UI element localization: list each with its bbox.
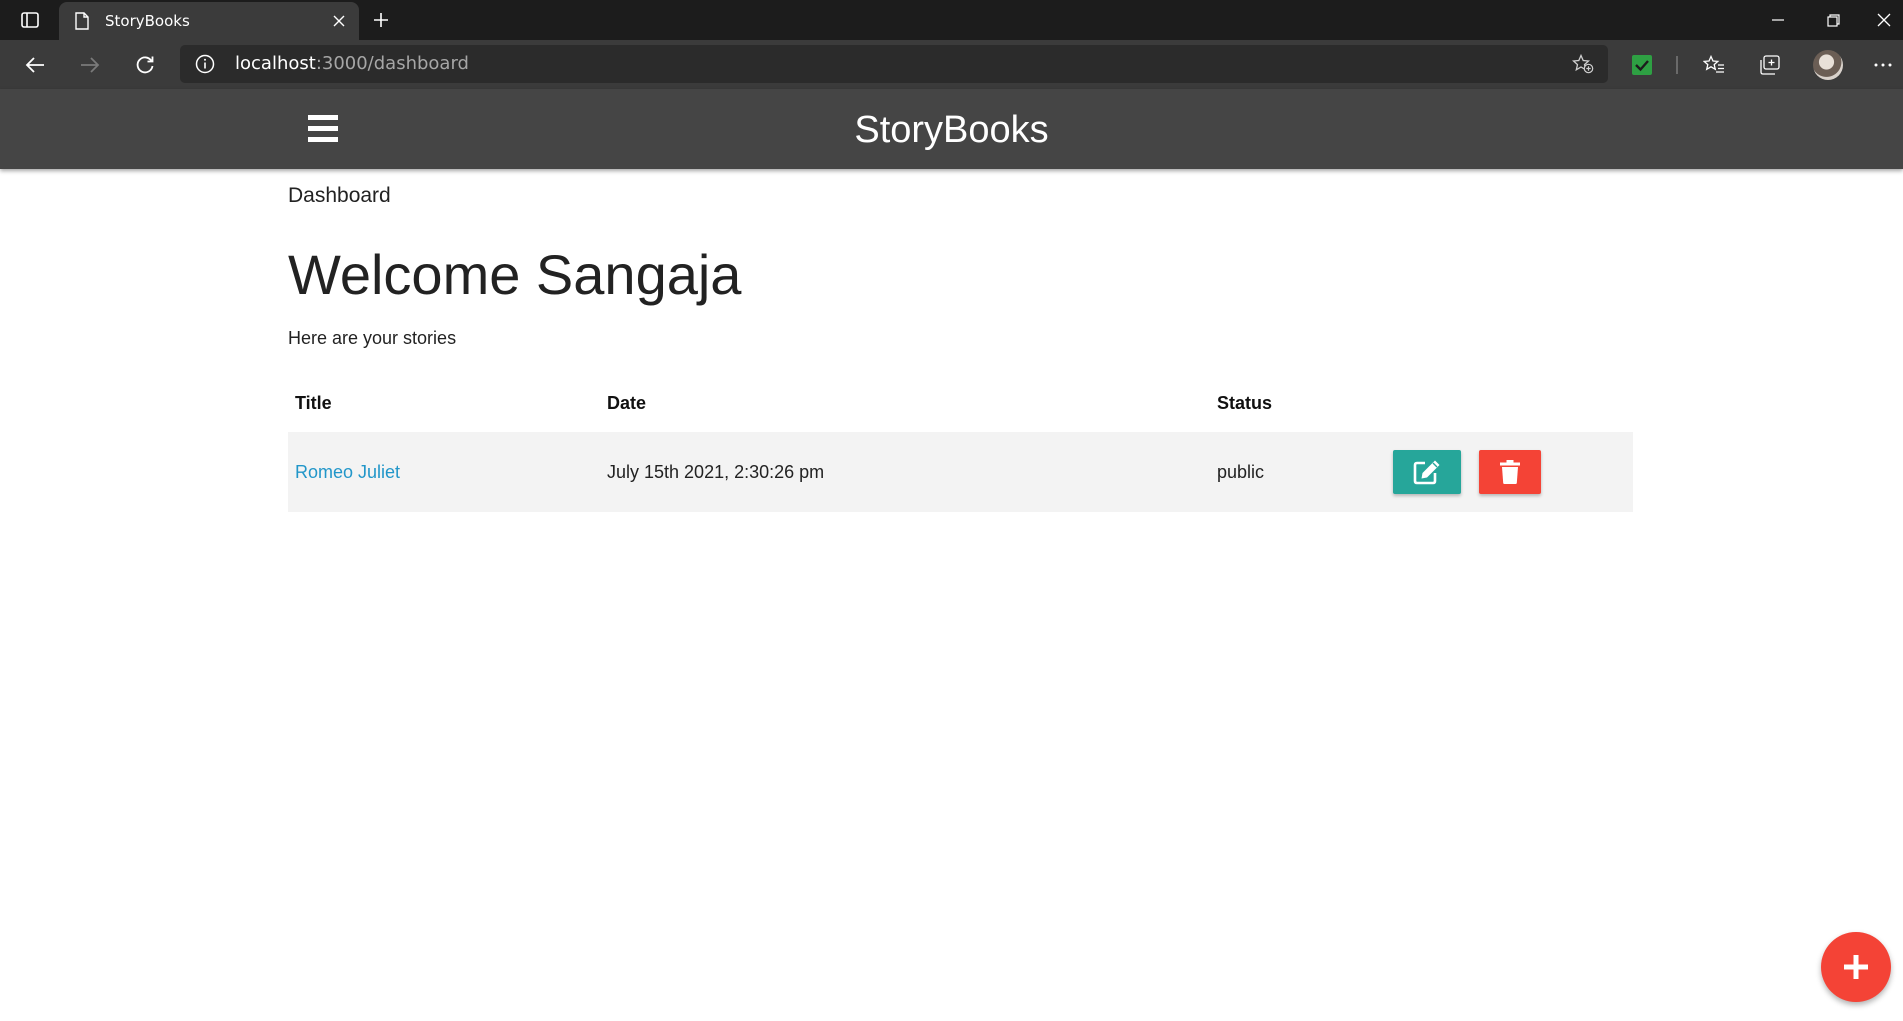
toolbar-separator	[1676, 56, 1678, 74]
trash-icon	[1500, 460, 1521, 484]
close-tab-icon[interactable]	[329, 11, 349, 31]
collections-icon[interactable]	[1759, 54, 1781, 76]
refresh-icon[interactable]	[128, 48, 162, 82]
url-path: :3000/dashboard	[315, 53, 469, 74]
new-tab-icon[interactable]	[367, 6, 395, 34]
close-window-icon[interactable]	[1865, 0, 1903, 40]
browser-toolbar: localhost:3000/dashboard	[0, 40, 1903, 89]
plus-icon	[1844, 955, 1868, 979]
more-options-icon[interactable]	[1872, 54, 1894, 76]
breadcrumb: Dashboard	[288, 184, 391, 207]
column-header-actions	[1386, 374, 1633, 432]
tab-title: StoryBooks	[105, 12, 190, 30]
browser-tab-active[interactable]: StoryBooks	[59, 2, 359, 40]
column-header-title: Title	[295, 392, 332, 413]
story-actions-cell	[1386, 432, 1633, 512]
stories-table: Title Date Status Romeo Juliet July 15th…	[288, 374, 1633, 512]
address-bar[interactable]: localhost:3000/dashboard	[180, 45, 1608, 83]
favorites-icon[interactable]	[1703, 54, 1725, 76]
url-host: localhost	[235, 53, 316, 74]
table-row: Romeo Juliet July 15th 2021, 2:30:26 pm …	[288, 432, 1633, 512]
forward-icon[interactable]	[73, 48, 107, 82]
info-icon[interactable]	[195, 54, 215, 78]
restore-icon[interactable]	[1810, 0, 1856, 40]
column-header-status: Status	[1217, 392, 1273, 413]
stories-subtitle: Here are your stories	[288, 328, 457, 348]
welcome-heading: Welcome Sangaja	[288, 243, 742, 306]
browser-tab-bar: StoryBooks	[0, 0, 1903, 40]
column-header-date: Date	[607, 392, 647, 413]
story-date-cell: July 15th 2021, 2:30:26 pm	[600, 432, 1210, 512]
url-text[interactable]: localhost:3000/dashboard	[235, 53, 469, 75]
extension-check-icon[interactable]	[1631, 54, 1653, 76]
add-story-button[interactable]	[1821, 932, 1891, 1002]
delete-story-button[interactable]	[1479, 450, 1542, 494]
minimize-icon[interactable]	[1755, 0, 1801, 40]
app-navbar: StoryBooks	[0, 89, 1903, 169]
story-title-cell: Romeo Juliet	[288, 432, 600, 512]
page-icon	[75, 12, 89, 34]
back-icon[interactable]	[18, 48, 52, 82]
add-favorite-icon[interactable]	[1571, 53, 1594, 78]
pencil-square-icon	[1413, 460, 1440, 485]
brand-logo[interactable]: StoryBooks	[0, 107, 1903, 153]
story-status-cell: public	[1210, 432, 1386, 512]
edit-story-button[interactable]	[1393, 450, 1461, 494]
tab-actions-icon[interactable]	[0, 0, 60, 40]
story-title-link[interactable]: Romeo Juliet	[295, 462, 400, 482]
profile-avatar[interactable]	[1813, 50, 1843, 80]
table-header-row: Title Date Status	[288, 374, 1633, 432]
hamburger-icon[interactable]	[308, 115, 338, 143]
